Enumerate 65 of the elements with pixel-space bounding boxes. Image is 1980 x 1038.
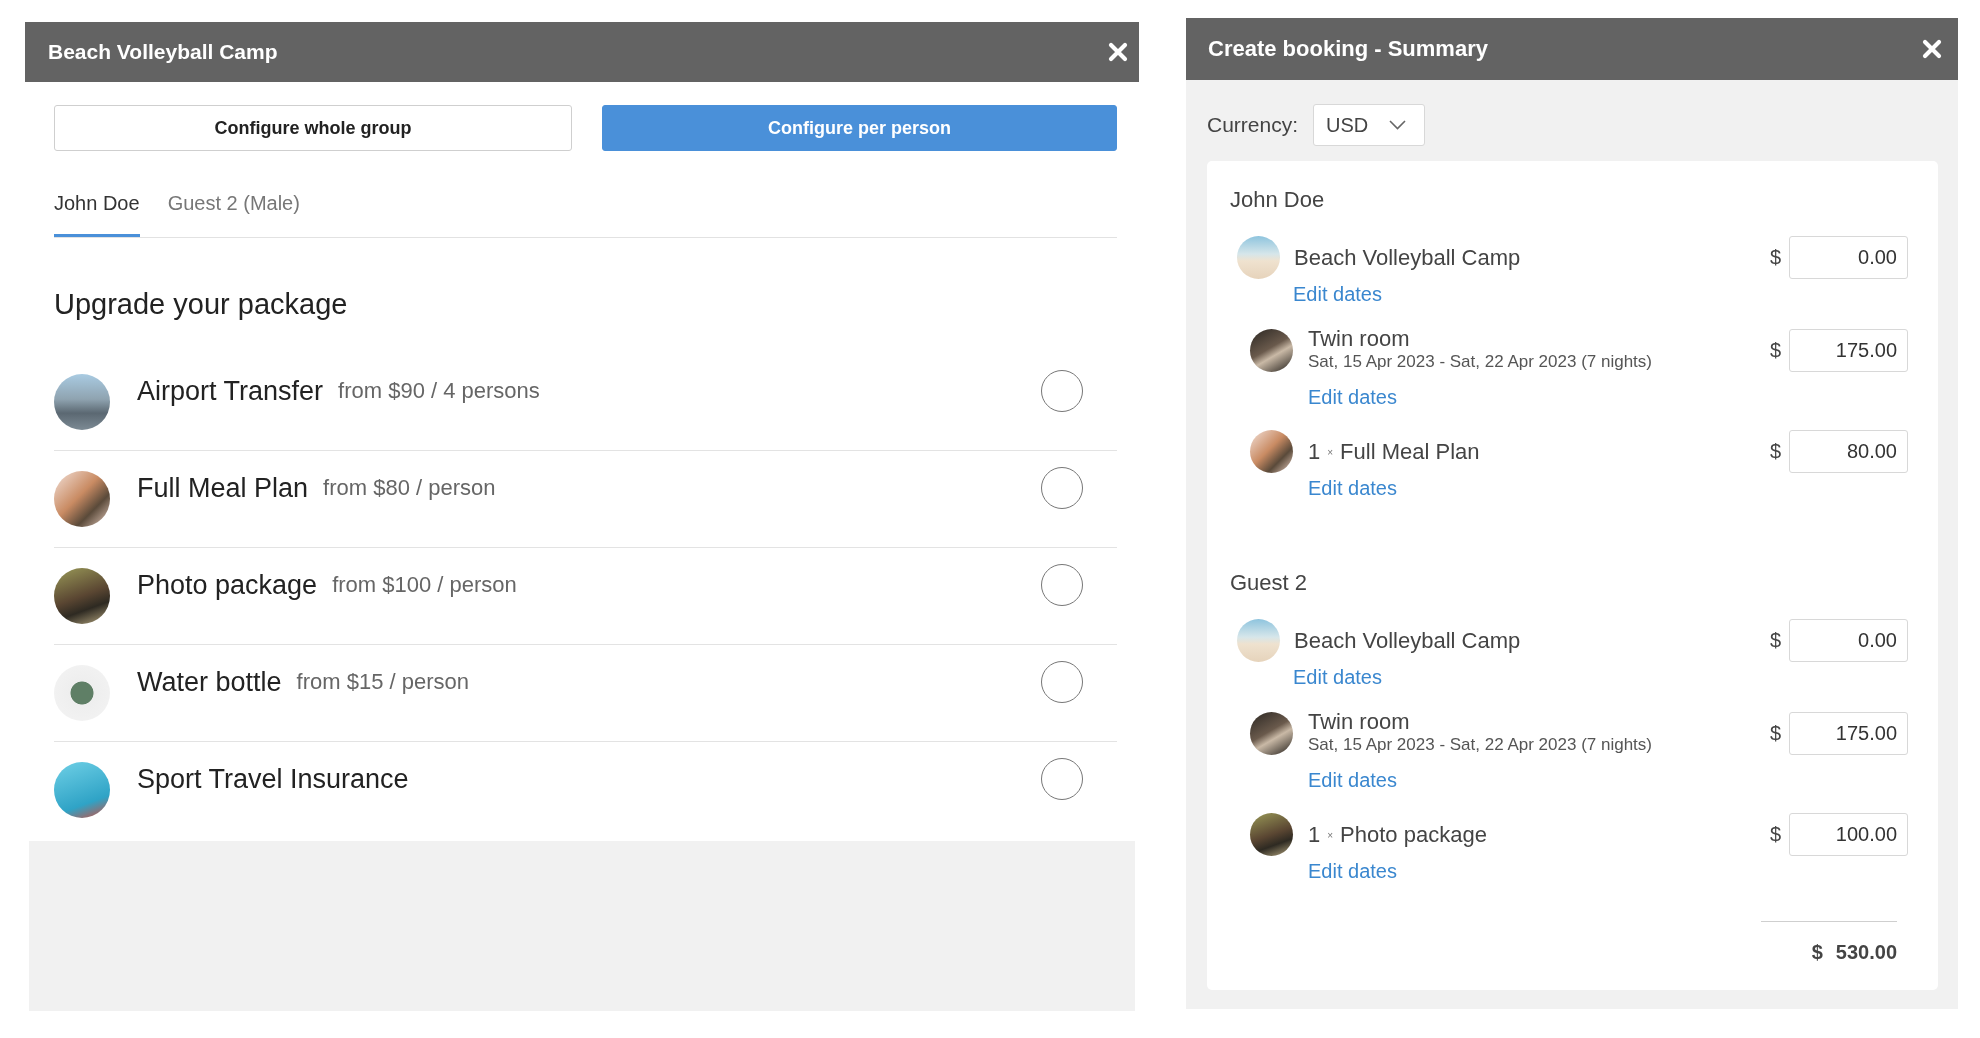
package-price: from $15 / person — [296, 669, 469, 695]
photo-placeholder — [54, 374, 110, 430]
edit-dates-link[interactable]: Edit dates — [1308, 859, 1397, 883]
photo-placeholder — [1237, 236, 1280, 279]
photo-placeholder — [1250, 813, 1293, 856]
photo-placeholder — [54, 665, 110, 721]
item-title: Twin room — [1308, 327, 1410, 351]
guest-name: John Doe — [1230, 187, 1326, 213]
currency-symbol: $ — [1811, 940, 1823, 964]
chevron-down-icon — [1389, 120, 1407, 130]
section-title: Upgrade your package — [54, 287, 349, 322]
photo-placeholder — [1237, 619, 1280, 662]
tab[interactable]: John Doe — [54, 181, 140, 237]
package-name: Water bottle — [137, 666, 282, 698]
photo-placeholder — [54, 471, 110, 527]
item-quantity: 1 — [1308, 439, 1321, 464]
package-price: from $80 / person — [323, 475, 496, 501]
item-title: Photo package — [1340, 822, 1487, 847]
package-price: from $90 / 4 persons — [338, 378, 540, 404]
currency-symbol: $ — [1769, 440, 1781, 463]
item-quantity: 1 — [1308, 822, 1321, 847]
close-icon[interactable] — [1922, 39, 1942, 59]
edit-dates-link[interactable]: Edit dates — [1308, 385, 1397, 409]
edit-dates-link[interactable]: Edit dates — [1293, 282, 1382, 306]
currency-symbol: $ — [1769, 338, 1781, 362]
total-amount: 530.00 — [1835, 940, 1897, 964]
price-field[interactable]: 0.00 — [1789, 619, 1908, 662]
price-field[interactable]: 175.00 — [1789, 711, 1908, 755]
package-name: Sport Travel Insurance — [137, 763, 409, 795]
package-name: Full Meal Plan — [137, 472, 309, 504]
edit-dates-link[interactable]: Edit dates — [1293, 665, 1382, 689]
item-title: Twin room — [1308, 710, 1410, 734]
currency-select[interactable]: USD — [1313, 104, 1426, 146]
edit-dates-link[interactable]: Edit dates — [1308, 768, 1397, 792]
multiply-sign: × — [1327, 830, 1334, 841]
photo-placeholder — [1250, 430, 1293, 473]
item-title: Beach Volleyball Camp — [1294, 245, 1521, 270]
package-name: Airport Transfer — [137, 375, 324, 407]
currency-symbol: $ — [1769, 629, 1781, 652]
date-range: Sat, 15 Apr 2023 - Sat, 22 Apr 2023 (7 nights) — [1308, 351, 1652, 373]
tab[interactable]: Guest 2 (Male) — [167, 181, 300, 237]
item-title: Beach Volleyball Camp — [1294, 628, 1521, 653]
date-range: Sat, 15 Apr 2023 - Sat, 22 Apr 2023 (7 nights) — [1308, 734, 1652, 756]
currency-symbol: $ — [1769, 246, 1781, 269]
currency-symbol: $ — [1769, 721, 1781, 745]
multiply-sign: × — [1327, 447, 1334, 458]
currency-symbol: $ — [1769, 823, 1781, 846]
price-field[interactable]: 100.00 — [1789, 813, 1908, 856]
item-title: Full Meal Plan — [1340, 439, 1480, 464]
photo-placeholder — [1250, 328, 1293, 372]
close-icon[interactable] — [1108, 42, 1128, 62]
price-field[interactable]: 80.00 — [1789, 430, 1908, 473]
price-field[interactable]: 175.00 — [1789, 328, 1908, 372]
photo-placeholder — [54, 762, 110, 818]
package-name: Photo package — [137, 569, 318, 601]
package-price: from $100 / person — [332, 572, 517, 598]
edit-dates-link[interactable]: Edit dates — [1308, 476, 1397, 500]
price-field[interactable]: 0.00 — [1789, 236, 1908, 279]
panel-title: Beach Volleyball Camp — [48, 40, 278, 64]
photo-placeholder — [54, 568, 110, 624]
mode-button[interactable]: Configure whole group — [54, 105, 572, 151]
guest-name: Guest 2 — [1230, 570, 1309, 596]
panel-title: Create booking - Summary — [1208, 36, 1488, 62]
photo-placeholder — [1250, 711, 1293, 755]
currency-label: Currency: — [1207, 113, 1299, 137]
